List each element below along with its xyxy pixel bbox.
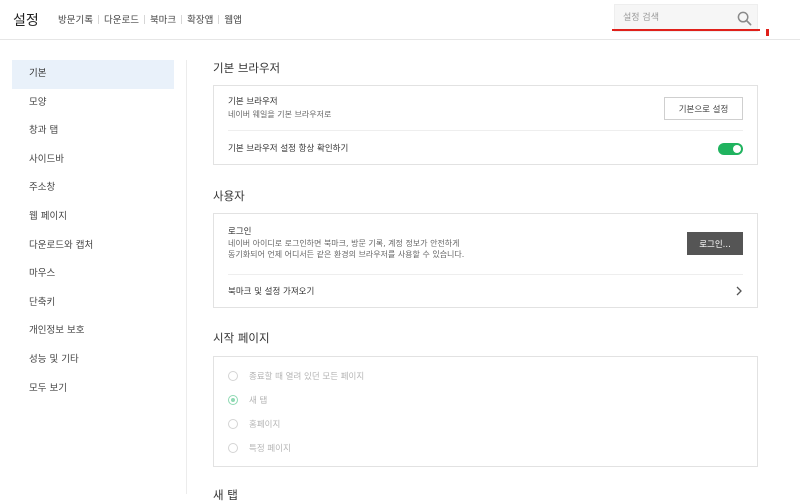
sidebar-divider (186, 60, 187, 494)
row-divider (228, 130, 743, 131)
always-check-default-toggle[interactable] (718, 143, 743, 155)
user-card: 로그인 네이버 아이디로 로그인하면 북마크, 방문 기록, 계정 정보가 안전… (213, 213, 758, 308)
section-title-start-page: 시작 페이지 (213, 331, 270, 345)
radio-option-new-tab[interactable]: 새 탭 (228, 394, 267, 406)
sidebar-item-downloads-capture[interactable]: 다운로드와 캡처 (12, 232, 174, 261)
section-title-user: 사용자 (213, 189, 245, 203)
sidebar-item-shortcuts[interactable]: 단축키 (12, 289, 174, 318)
always-check-default-label: 기본 브라우저 설정 항상 확인하기 (228, 144, 349, 154)
search-input[interactable] (623, 11, 733, 25)
row-divider (228, 274, 743, 275)
sidebar-item-windows-tabs[interactable]: 창과 탭 (12, 117, 174, 146)
radio-label: 새 탭 (249, 396, 268, 406)
sidebar-item-basic[interactable]: 기본 (12, 60, 174, 89)
set-default-button[interactable]: 기본으로 설정 (664, 97, 743, 120)
sidebar: 기본 모양 창과 탭 사이드바 주소창 웹 페이지 다운로드와 캡처 마우스 단… (12, 60, 174, 403)
search-icon[interactable] (737, 11, 752, 26)
sidebar-item-show-all[interactable]: 모두 보기 (12, 375, 174, 404)
import-bookmarks-settings-link[interactable]: 북마크 및 설정 가져오기 (228, 285, 314, 297)
sidebar-item-privacy[interactable]: 개인정보 보호 (12, 317, 174, 346)
radio-label: 종료할 때 열려 있던 모든 페이지 (249, 372, 365, 382)
radio-label: 특정 페이지 (249, 444, 291, 454)
red-marker (766, 29, 769, 36)
sidebar-item-address-bar[interactable]: 주소창 (12, 174, 174, 203)
sidebar-item-sidebar[interactable]: 사이드바 (12, 146, 174, 175)
nav-link-history[interactable]: 방문기록 (58, 12, 98, 26)
radio-label: 홈페이지 (249, 420, 281, 430)
login-button[interactable]: 로그인... (687, 232, 743, 255)
login-row-title: 로그인 (228, 227, 252, 237)
radio-option-restore-pages[interactable]: 종료할 때 열려 있던 모든 페이지 (228, 370, 364, 382)
radio-button[interactable] (228, 443, 238, 453)
app-title: 설정 (13, 13, 39, 29)
login-description-line1: 네이버 아이디로 로그인하면 북마크, 방문 기록, 계정 정보가 안전하게 (228, 239, 460, 248)
toggle-knob (733, 145, 741, 153)
sidebar-item-web-page[interactable]: 웹 페이지 (12, 203, 174, 232)
radio-option-homepage[interactable]: 홈페이지 (228, 418, 280, 430)
radio-button-checked[interactable] (228, 395, 238, 405)
sidebar-item-performance[interactable]: 성능 및 기타 (12, 346, 174, 375)
radio-button[interactable] (228, 371, 238, 381)
section-title-default-browser: 기본 브라우저 (213, 61, 281, 75)
nav-link-webapps[interactable]: 웹앱 (219, 12, 246, 26)
search-focus-underline (612, 29, 760, 31)
radio-button[interactable] (228, 419, 238, 429)
search-box[interactable] (614, 4, 758, 32)
sidebar-item-appearance[interactable]: 모양 (12, 89, 174, 118)
top-bar: 설정 방문기록 다운로드 북마크 확장앱 웹앱 (0, 0, 800, 40)
section-title-new-tab: 새 탭 (213, 488, 238, 502)
nav-link-downloads[interactable]: 다운로드 (99, 12, 144, 26)
radio-option-specific-page[interactable]: 특정 페이지 (228, 442, 291, 454)
nav-link-bookmarks[interactable]: 북마크 (145, 12, 181, 26)
sidebar-item-mouse[interactable]: 마우스 (12, 260, 174, 289)
default-browser-row-subtitle: 네이버 웨일을 기본 브라우저로 (228, 110, 332, 119)
login-description-line2: 동기화되어 언제 어디서든 같은 환경의 브라우저를 사용할 수 있습니다. (228, 250, 465, 259)
default-browser-card: 기본 브라우저 네이버 웨일을 기본 브라우저로 기본으로 설정 기본 브라우저… (213, 85, 758, 165)
chevron-right-icon[interactable] (735, 286, 743, 296)
top-nav-links: 방문기록 다운로드 북마크 확장앱 웹앱 (58, 12, 247, 26)
start-page-card: 종료할 때 열려 있던 모든 페이지 새 탭 홈페이지 특정 페이지 (213, 356, 758, 467)
nav-link-extensions[interactable]: 확장앱 (182, 12, 218, 26)
default-browser-row-title: 기본 브라우저 (228, 97, 278, 107)
